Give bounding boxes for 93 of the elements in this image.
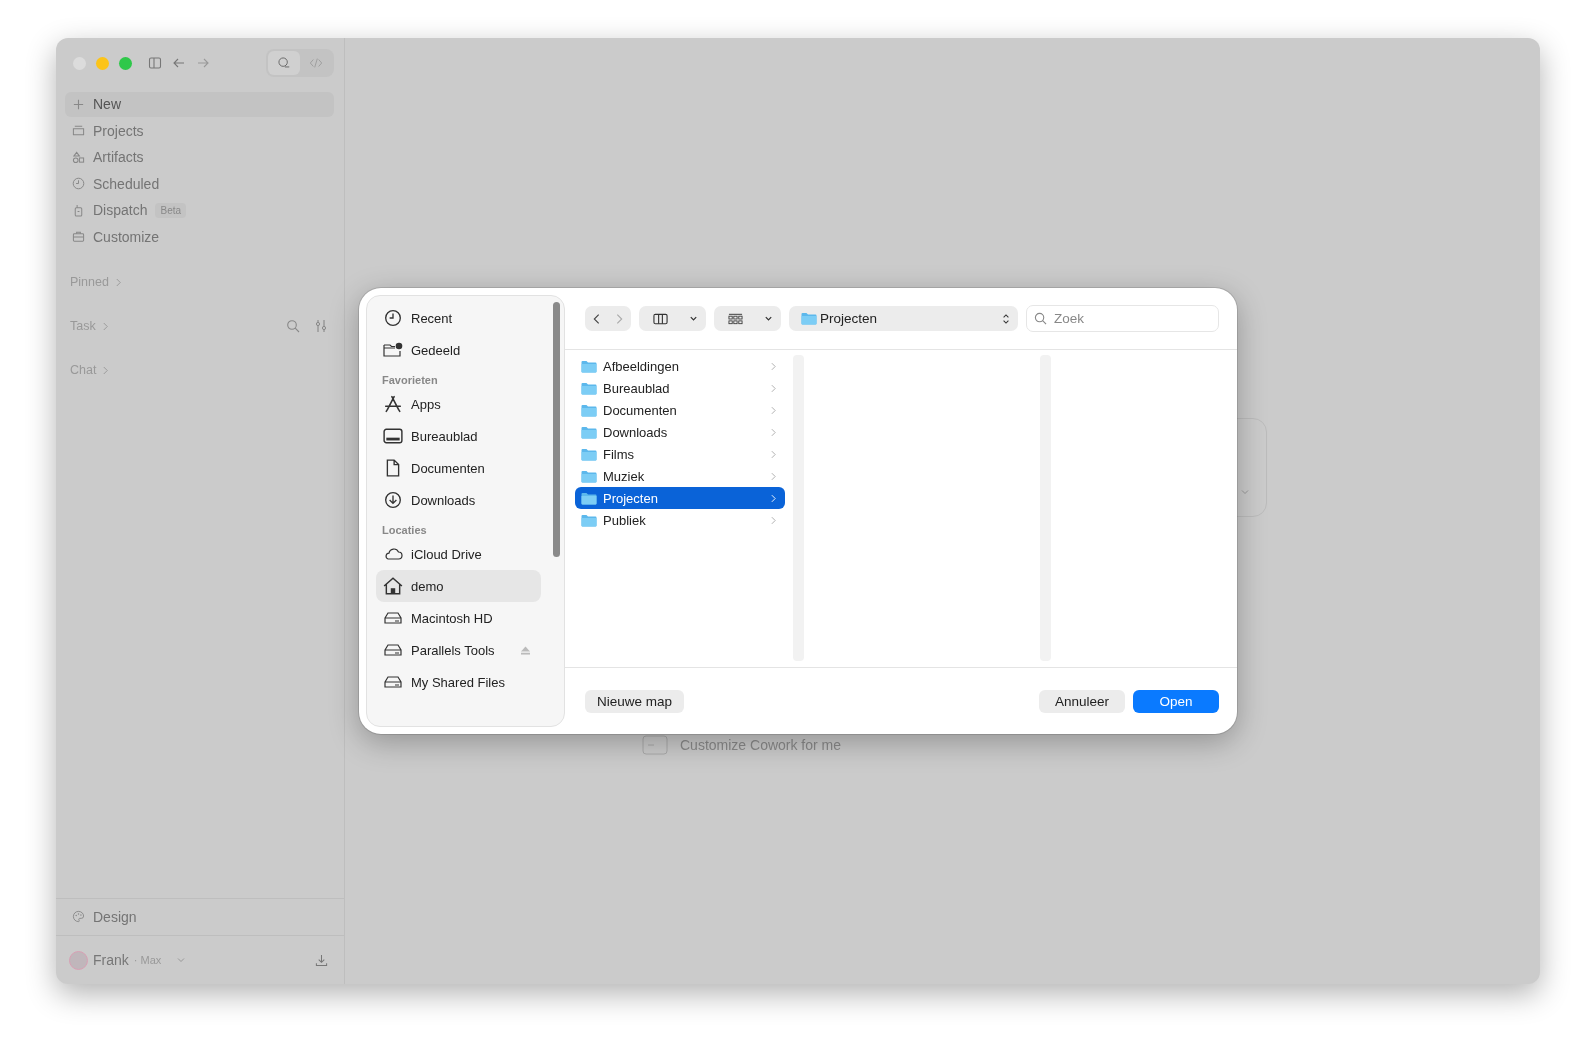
display-icon [383,427,403,445]
folder-row[interactable]: Downloads [575,421,785,443]
folder-row[interactable]: Publiek [575,509,785,531]
chevron-right-icon[interactable] [114,277,122,287]
folder-row[interactable]: Muziek [575,465,785,487]
location-item[interactable]: Documenten [376,452,541,484]
new-folder-button[interactable]: Nieuwe map [585,689,685,713]
beta-badge: Beta [155,202,187,218]
clock-icon [383,309,403,327]
open-button[interactable]: Open [1133,689,1219,713]
tray-icon [72,124,85,138]
cloud-icon [383,545,403,563]
home-icon [383,577,403,595]
app-store-icon [383,395,403,413]
folder-row[interactable]: Bureaublad [575,377,785,399]
path-popup[interactable]: Projecten [789,306,1018,331]
cancel-button[interactable]: Annuleer [1039,689,1125,713]
folder-row[interactable]: Projecten [575,487,785,509]
chevron-right-icon [771,383,776,393]
zoom-button[interactable] [119,56,132,70]
folder-icon [581,403,597,417]
folder-icon [581,469,597,483]
eject-icon[interactable] [520,645,531,655]
location-item[interactable]: My Shared Files [376,666,541,698]
shared-folder-icon [383,341,403,359]
columns-icon [653,312,668,325]
briefcase-icon [72,230,85,244]
chevron-down-icon [689,314,698,323]
group-button[interactable] [714,306,781,331]
folder-icon [581,359,597,373]
location-item[interactable]: Apps [376,388,541,420]
grid-icon [728,312,743,325]
folder-icon [581,425,597,439]
chevron-right-icon[interactable] [101,321,109,331]
location-item[interactable]: Recent [376,302,541,334]
shapes-icon [72,150,85,164]
drive-icon [383,609,403,627]
drive-icon [383,673,403,691]
chevron-down-icon [1240,487,1250,497]
clock-icon [72,177,85,191]
folder-icon [581,513,597,527]
minimize-button[interactable] [96,56,109,70]
card-icon [642,735,668,755]
chevron-down-icon[interactable] [176,955,187,965]
avatar[interactable] [69,950,88,970]
plus-icon [72,97,85,111]
location-item[interactable]: Gedeeld [376,334,541,366]
chevron-down-icon [764,314,773,323]
location-item[interactable]: demo [376,570,541,602]
location-item[interactable]: iCloud Drive [376,538,541,570]
location-item[interactable]: Downloads [376,484,541,516]
walkie-talkie-icon [72,203,85,217]
location-item[interactable]: Parallels Tools [376,634,541,666]
chevron-right-icon[interactable] [102,365,110,375]
chevron-right-icon [771,515,776,525]
group-title: Favorieten [381,373,439,388]
palette-icon [72,910,85,924]
search-field[interactable]: Zoek [1026,305,1219,332]
download-icon [383,491,403,509]
location-item[interactable]: Bureaublad [376,420,541,452]
view-mode-button[interactable] [639,306,706,331]
location-item[interactable]: Macintosh HD [376,602,541,634]
search-icon[interactable] [286,319,300,333]
folder-row[interactable]: Documenten [575,399,785,421]
chevron-right-icon [771,471,776,481]
chevron-right-icon [616,312,623,325]
chevron-left-icon [593,312,600,325]
filter-icon[interactable] [314,319,328,333]
folder-icon [581,491,597,505]
chevron-right-icon [771,361,776,371]
folder-row[interactable]: Afbeeldingen [575,355,785,377]
folder-icon [581,381,597,395]
code-icon [309,56,323,70]
up-down-chevron-icon [1002,312,1010,325]
chat-bubble-icon [277,56,291,70]
chevron-right-icon [771,427,776,437]
chevron-right-icon [771,405,776,415]
user-name: Frank [93,952,129,968]
folder-icon [801,312,817,325]
folder-row[interactable]: Films [575,443,785,465]
search-icon [1034,312,1047,325]
chevron-right-icon [771,493,776,503]
back-arrow-icon[interactable] [172,56,186,70]
folder-icon [581,447,597,461]
sidebar-toggle-icon[interactable] [148,56,162,70]
download-icon[interactable] [315,953,328,967]
chevron-right-icon [771,449,776,459]
scrollbar[interactable] [553,302,560,557]
sidebar-item[interactable]: New [65,92,334,117]
drive-icon [383,641,403,659]
chat-mode-button[interactable] [268,51,300,75]
group-title: Locaties [381,523,428,538]
forward-arrow-icon[interactable] [196,56,210,70]
